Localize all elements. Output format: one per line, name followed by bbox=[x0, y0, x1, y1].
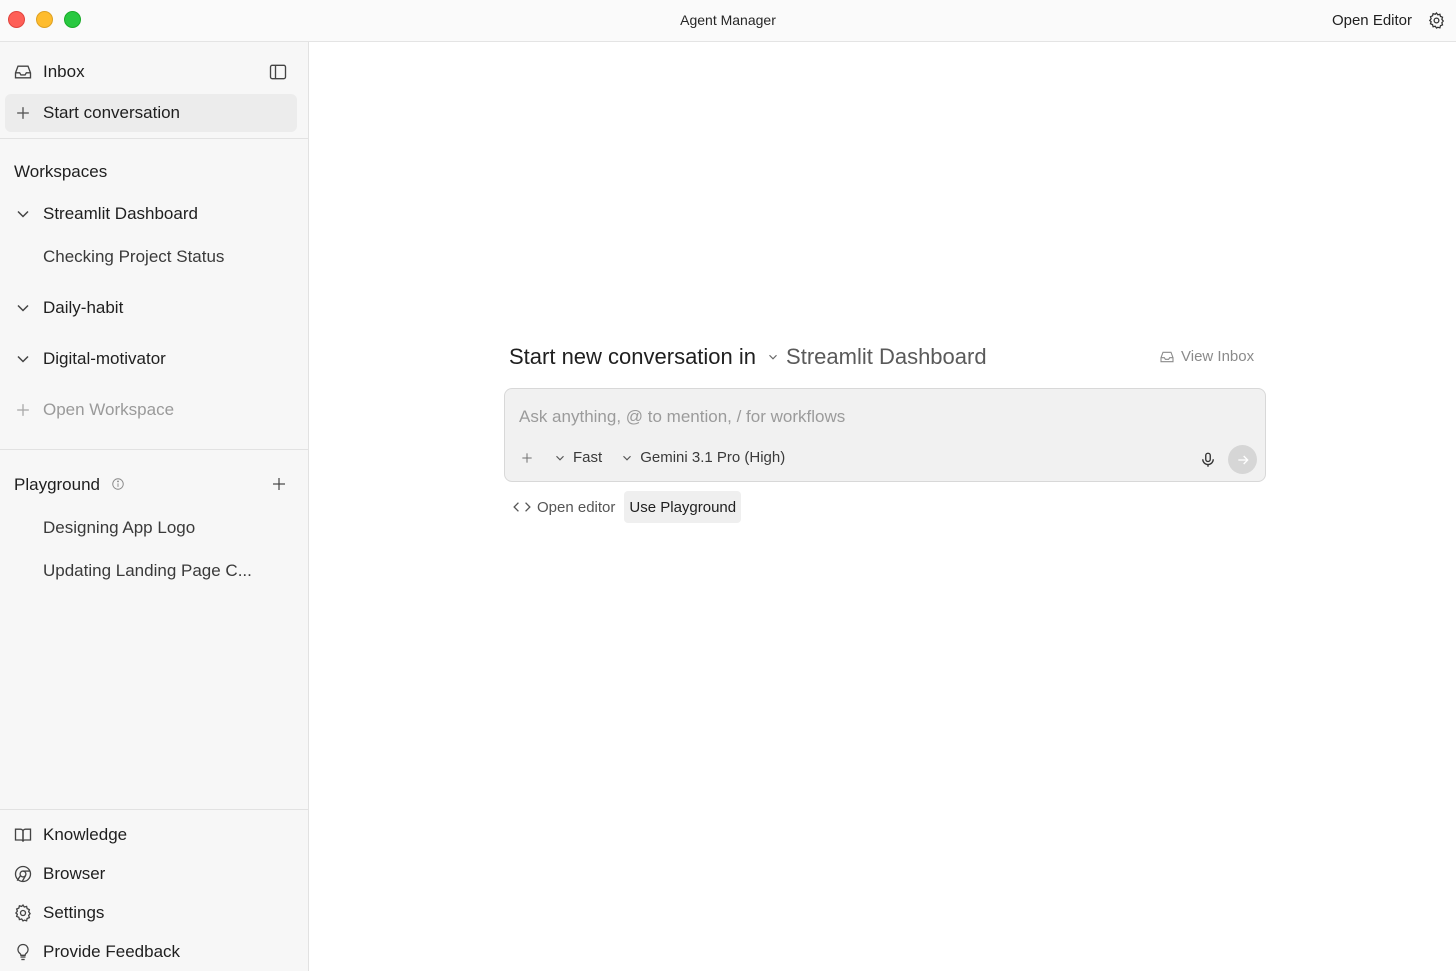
sidebar-item-label: Knowledge bbox=[43, 825, 128, 844]
sidebar-item-label: Settings bbox=[43, 903, 105, 922]
sidebar-item-settings[interactable]: Settings bbox=[5, 894, 297, 932]
chevron-down-icon bbox=[13, 298, 33, 318]
chevron-down-icon bbox=[623, 455, 632, 461]
chrome-icon bbox=[13, 864, 33, 884]
playground-title-label: Playground bbox=[14, 475, 101, 494]
start-conversation-button[interactable]: Start conversation bbox=[5, 94, 297, 132]
chevron-down-icon[interactable] bbox=[766, 350, 780, 364]
book-icon bbox=[13, 825, 33, 845]
new-conversation-heading: Start new conversation in Streamlit Dash… bbox=[509, 344, 987, 370]
main-panel: Start new conversation in Streamlit Dash… bbox=[309, 42, 1456, 971]
microphone-icon[interactable] bbox=[1199, 451, 1217, 469]
view-inbox-button[interactable]: View Inbox bbox=[1159, 348, 1254, 365]
app-window: Agent Manager Open Editor Inbox Start co… bbox=[0, 0, 1456, 971]
title-bar: Agent Manager Open Editor bbox=[0, 0, 1456, 42]
add-attachment-button[interactable] bbox=[519, 450, 535, 466]
playground-item[interactable]: Designing App Logo bbox=[5, 509, 297, 547]
playground-item[interactable]: Updating Landing Page C... bbox=[5, 552, 297, 590]
plus-icon bbox=[13, 400, 33, 420]
view-inbox-label: View Inbox bbox=[1181, 348, 1255, 365]
code-icon bbox=[513, 502, 531, 512]
gear-icon[interactable] bbox=[1427, 11, 1446, 30]
composer: Fast Gemini 3.1 Pro (High) bbox=[504, 388, 1266, 482]
sidebar-item-inbox[interactable]: Inbox bbox=[5, 53, 297, 91]
workspace-selector[interactable]: Streamlit Dashboard bbox=[786, 344, 987, 370]
use-playground-button[interactable]: Use Playground bbox=[624, 491, 742, 523]
window-title: Agent Manager bbox=[680, 12, 776, 28]
sidebar-item-feedback[interactable]: Provide Feedback bbox=[5, 933, 297, 971]
sidebar: Inbox Start conversation Workspaces Stre… bbox=[0, 42, 309, 971]
inbox-icon bbox=[1160, 351, 1174, 362]
chevron-down-icon bbox=[13, 349, 33, 369]
info-icon[interactable] bbox=[111, 477, 125, 491]
chevron-down-icon bbox=[556, 455, 564, 461]
open-editor-label: Open editor bbox=[537, 498, 616, 516]
composer-actions: Open editor Use Playground bbox=[504, 491, 742, 523]
divider bbox=[0, 449, 308, 450]
mode-dropdown[interactable]: Fast bbox=[553, 449, 602, 466]
open-workspace-button[interactable]: Open Workspace bbox=[5, 391, 297, 429]
sidebar-item-browser[interactable]: Browser bbox=[5, 855, 297, 893]
add-playground-icon[interactable] bbox=[270, 475, 288, 493]
lightbulb-icon bbox=[13, 942, 33, 962]
workspace-label: Digital-motivator bbox=[43, 349, 166, 368]
workspace-label: Daily-habit bbox=[43, 298, 124, 317]
divider bbox=[0, 809, 308, 810]
divider bbox=[0, 138, 308, 139]
plus-icon bbox=[13, 103, 33, 123]
chevron-down-icon bbox=[13, 204, 33, 224]
sidebar-item-label: Provide Feedback bbox=[43, 942, 181, 961]
start-conversation-label: Start conversation bbox=[43, 103, 181, 122]
gear-icon bbox=[13, 903, 33, 923]
message-input[interactable] bbox=[519, 405, 1239, 429]
workspace-label: Streamlit Dashboard bbox=[43, 204, 198, 223]
plus-icon bbox=[522, 452, 532, 463]
heading-prefix: Start new conversation in bbox=[509, 344, 757, 369]
workspace-streamlit-dashboard[interactable]: Streamlit Dashboard bbox=[5, 195, 297, 233]
composer-toolbar: Fast Gemini 3.1 Pro (High) bbox=[519, 449, 803, 466]
sidebar-item-label: Browser bbox=[43, 864, 106, 883]
inbox-icon bbox=[13, 62, 33, 82]
playground-title: Playground bbox=[14, 475, 125, 495]
workspace-daily-habit[interactable]: Daily-habit bbox=[5, 289, 297, 327]
open-editor-link[interactable]: Open editor bbox=[504, 491, 620, 523]
conversation-item[interactable]: Checking Project Status bbox=[5, 238, 297, 276]
workspace-digital-motivator[interactable]: Digital-motivator bbox=[5, 340, 297, 378]
sidebar-item-label: Inbox bbox=[43, 62, 85, 81]
sidebar-toggle-icon[interactable] bbox=[268, 62, 288, 82]
open-workspace-label: Open Workspace bbox=[43, 400, 175, 419]
workspaces-title: Workspaces bbox=[14, 162, 108, 181]
send-button[interactable] bbox=[1228, 445, 1257, 474]
open-editor-button[interactable]: Open Editor bbox=[1332, 12, 1412, 29]
arrow-right-icon bbox=[1237, 455, 1249, 464]
model-label: Gemini 3.1 Pro (High) bbox=[640, 449, 786, 466]
sidebar-item-knowledge[interactable]: Knowledge bbox=[5, 816, 297, 854]
mode-label: Fast bbox=[573, 449, 603, 466]
model-dropdown[interactable]: Gemini 3.1 Pro (High) bbox=[620, 449, 785, 466]
